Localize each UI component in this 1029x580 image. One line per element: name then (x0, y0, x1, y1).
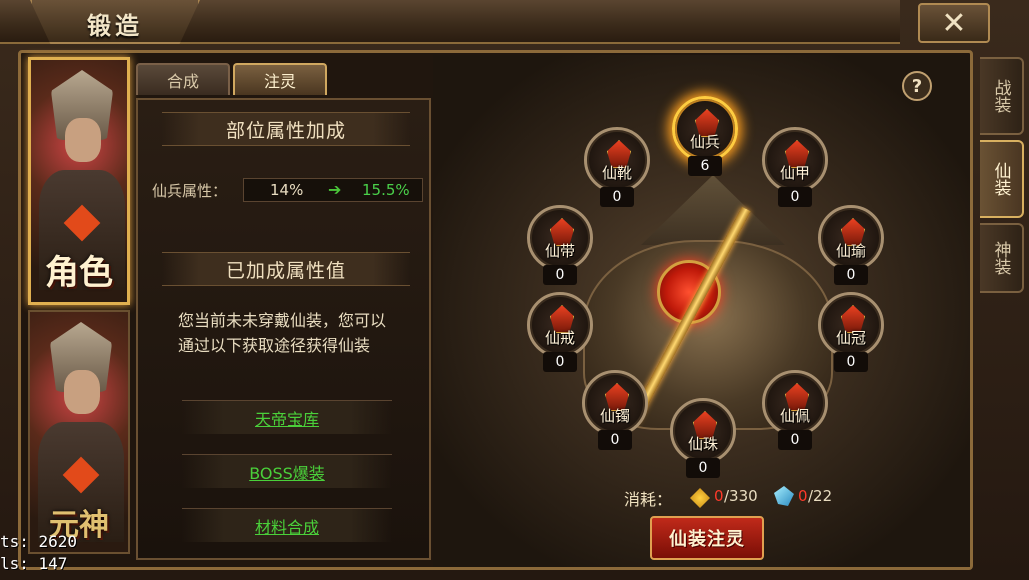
slot-crown[interactable]: 仙冠 (818, 292, 884, 358)
debug-stat-2: ls: 147 (0, 554, 68, 573)
link-row-material: 材料合成 (182, 508, 392, 542)
debug-stat-1: ts: 2620 (0, 532, 78, 551)
window-title: 锻造 (87, 11, 143, 40)
slot-bracelet[interactable]: 仙镯 (582, 370, 648, 436)
slot-name: 仙镯 (599, 407, 630, 425)
portrait-label-character: 角色 (45, 253, 113, 293)
slot-jade[interactable]: 仙瑜 (818, 205, 884, 271)
cost-row: 消耗： 0 /330 0 /22 (620, 486, 860, 509)
info-panel: 部位属性加成 仙兵属性： 14% ➔ 15.5% 已加成属性值 您当前未未穿戴仙… (136, 98, 431, 560)
slot-count: 0 (543, 265, 577, 285)
slot-name: 仙靴 (601, 164, 632, 182)
section-title-bonus: 部位属性加成 (162, 112, 410, 146)
slot-belt[interactable]: 仙带 (527, 205, 593, 271)
link-material-synthesis[interactable]: 材料合成 (255, 514, 319, 538)
cost-label: 消耗： (624, 490, 673, 509)
slot-name: 仙兵 (689, 133, 720, 151)
attribute-row: 仙兵属性： 14% ➔ 15.5% (148, 178, 423, 202)
tab-synthesis[interactable]: 合成 (136, 63, 230, 95)
side-tab-battle-gear[interactable]: 战装 (980, 57, 1024, 135)
slot-weapon[interactable]: 仙兵 (672, 96, 738, 162)
link-row-treasury: 天帝宝库 (182, 400, 392, 434)
close-icon: ✕ (941, 5, 967, 41)
slot-count: 0 (600, 187, 634, 207)
attribute-new-value: 15.5% (362, 181, 410, 199)
gold-gem-icon (690, 488, 710, 508)
attribute-old-value: 14% (270, 181, 304, 199)
face-art (64, 370, 100, 414)
slot-count: 0 (543, 352, 577, 372)
slot-count: 0 (686, 458, 720, 478)
attribute-label: 仙兵属性： (152, 182, 228, 200)
gold-cost-current: 0 (714, 487, 724, 505)
slot-count: 0 (778, 430, 812, 450)
slot-ring[interactable]: 仙戒 (527, 292, 593, 358)
slot-boots[interactable]: 仙靴 (584, 127, 650, 193)
slot-name: 仙珠 (687, 435, 718, 453)
tab-infuse[interactable]: 注灵 (233, 63, 327, 95)
slot-name: 仙瑜 (835, 242, 866, 260)
side-tab-immortal-gear[interactable]: 仙装 (980, 140, 1024, 218)
portrait-character[interactable]: 角色 (28, 57, 130, 305)
slot-pendant[interactable]: 仙佩 (762, 370, 828, 436)
crystal-cost-max: /22 (808, 487, 833, 505)
slot-count: 0 (778, 187, 812, 207)
title-bar: 锻造 (0, 0, 900, 44)
slot-armor[interactable]: 仙甲 (762, 127, 828, 193)
slot-name: 仙冠 (835, 329, 866, 347)
infuse-button[interactable]: 仙装注灵 (650, 516, 764, 560)
slot-name: 仙甲 (779, 164, 810, 182)
title-plate: 锻造 (30, 0, 200, 44)
slot-count: 0 (598, 430, 632, 450)
attribute-value-box: 14% ➔ 15.5% (243, 178, 423, 202)
link-treasury[interactable]: 天帝宝库 (255, 406, 319, 430)
side-tab-divine-gear[interactable]: 神装 (980, 223, 1024, 293)
slot-name: 仙戒 (544, 329, 575, 347)
arrow-right-icon: ➔ (328, 180, 342, 199)
slot-name: 仙佩 (779, 407, 810, 425)
section-title-applied: 已加成属性值 (162, 252, 410, 286)
link-row-boss: BOSS爆装 (182, 454, 392, 488)
portrait-spirit[interactable]: 元神 (28, 310, 130, 554)
crystal-gem-icon (774, 486, 794, 506)
slot-count: 0 (834, 265, 868, 285)
notice-text: 您当前未未穿戴仙装，您可以通过以下获取途径获得仙装 (178, 311, 387, 355)
slot-count: 6 (688, 156, 722, 176)
gold-cost-max: /330 (724, 487, 758, 505)
close-button[interactable]: ✕ (918, 3, 990, 43)
face-art (65, 118, 101, 162)
slot-pearl[interactable]: 仙珠 (670, 398, 736, 464)
crystal-cost-current: 0 (798, 487, 808, 505)
help-icon[interactable]: ? (902, 71, 932, 101)
slot-count: 0 (834, 352, 868, 372)
link-boss-drop[interactable]: BOSS爆装 (249, 460, 325, 484)
slot-name: 仙带 (544, 242, 575, 260)
